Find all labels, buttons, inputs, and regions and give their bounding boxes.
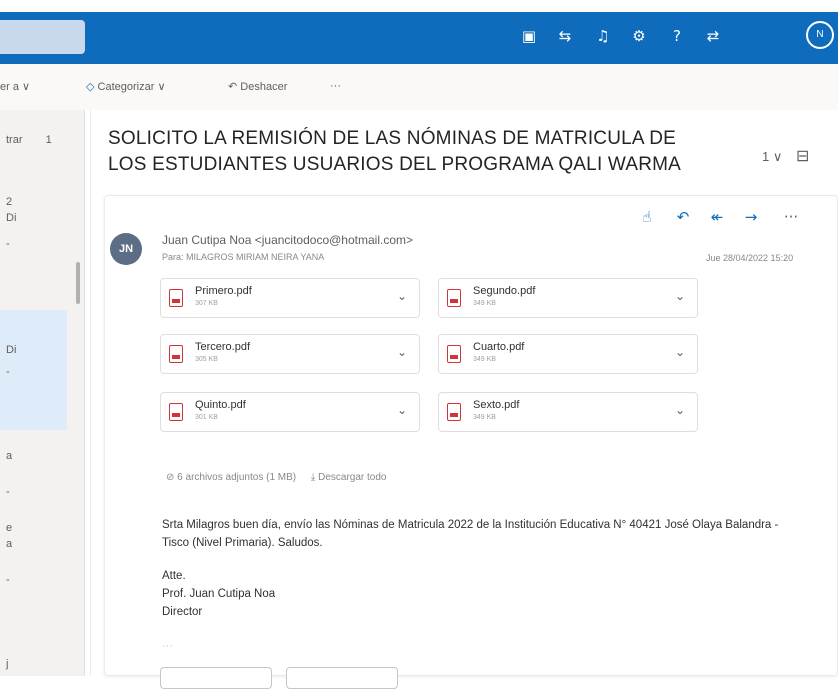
- more-actions-icon[interactable]: ···: [780, 208, 802, 226]
- attachment-name: Quinto.pdf: [195, 399, 246, 411]
- list-item[interactable]: -: [0, 486, 84, 498]
- pdf-file-icon: [447, 403, 461, 421]
- move-button[interactable]: er a ∨: [0, 80, 30, 93]
- help-icon[interactable]: ?: [666, 25, 688, 47]
- filter-count: 1: [45, 134, 52, 146]
- pdf-file-icon: [169, 345, 183, 363]
- show-quoted-text-button[interactable]: ···: [162, 640, 173, 652]
- attachment-card[interactable]: Cuarto.pdf 349 KB ⌄: [438, 334, 698, 374]
- list-item[interactable]: -: [0, 238, 84, 250]
- attachment-name: Segundo.pdf: [473, 285, 536, 297]
- subject-actions[interactable]: 1 ∨ ⊟: [762, 146, 809, 166]
- message-date: Jue 28/04/2022 15:20: [706, 253, 794, 263]
- list-item[interactable]: a: [0, 538, 84, 550]
- move-label: er a: [0, 81, 19, 93]
- attachment-card[interactable]: Quinto.pdf 301 KB ⌄: [160, 392, 420, 432]
- attachment-card[interactable]: Sexto.pdf 349 KB ⌄: [438, 392, 698, 432]
- gear-icon[interactable]: ⚙: [628, 25, 650, 47]
- like-icon[interactable]: ☝: [636, 208, 658, 226]
- attachment-size: 349 KB: [473, 300, 496, 307]
- filter-label: trar: [6, 134, 23, 146]
- pdf-file-icon: [447, 345, 461, 363]
- attachment-size: 349 KB: [473, 356, 496, 363]
- reply-icon[interactable]: ↶: [672, 208, 694, 226]
- download-icon: ⤓: [310, 472, 316, 483]
- teams-icon[interactable]: ⇆: [554, 25, 576, 47]
- categorize-button[interactable]: ◇ Categorizar ∨: [86, 80, 166, 93]
- attachment-size: 301 KB: [195, 414, 218, 421]
- attachment-size: 305 KB: [195, 356, 218, 363]
- chevron-down-icon[interactable]: ⌄: [397, 345, 407, 359]
- attachment-name: Primero.pdf: [195, 285, 252, 297]
- attachments-summary: ⊘ 6 archivos adjuntos (1 MB) ⤓ Descargar…: [166, 472, 386, 483]
- signature-role: Director: [162, 606, 203, 618]
- download-all-link[interactable]: ⤓ Descargar todo: [311, 472, 387, 483]
- open-window-icon[interactable]: ⊟: [796, 148, 809, 165]
- list-item[interactable]: -: [0, 574, 84, 586]
- attachment-name: Tercero.pdf: [195, 341, 251, 353]
- undo-icon: ↶: [228, 81, 238, 93]
- list-item[interactable]: j: [0, 658, 84, 670]
- window-top-strip: [0, 0, 838, 12]
- forward-button[interactable]: [286, 667, 398, 689]
- chevron-down-icon[interactable]: ⌄: [675, 345, 685, 359]
- recipient-line[interactable]: Para: MILAGROS MIRIAM NEIRA YANA: [162, 252, 324, 262]
- list-item[interactable]: 2: [0, 196, 84, 208]
- chevron-down-icon[interactable]: ⌄: [675, 403, 685, 417]
- list-item[interactable]: Di: [0, 212, 84, 224]
- list-item-selected[interactable]: Di: [0, 344, 84, 356]
- more-options-button[interactable]: ···: [330, 80, 341, 92]
- paperclip-icon: ⊘: [166, 472, 175, 483]
- pdf-file-icon: [169, 289, 183, 307]
- undo-button[interactable]: ↶ Deshacer: [228, 80, 287, 93]
- download-all-label: Descargar todo: [318, 472, 387, 483]
- reply-button[interactable]: [160, 667, 272, 689]
- search-input[interactable]: [0, 20, 85, 54]
- signature-closing: Atte.: [162, 570, 186, 582]
- chevron-down-icon[interactable]: ⌄: [397, 289, 407, 303]
- attachments-count: 6 archivos adjuntos (1 MB): [177, 472, 297, 483]
- pdf-file-icon: [447, 289, 461, 307]
- attachment-card[interactable]: Primero.pdf 307 KB ⌄: [160, 278, 420, 318]
- categorize-label: Categorizar: [97, 81, 155, 93]
- bell-icon[interactable]: ♫: [592, 25, 614, 47]
- sender-avatar[interactable]: JN: [110, 233, 142, 265]
- reply-all-icon[interactable]: ↞: [706, 208, 728, 226]
- attachment-card[interactable]: Segundo.pdf 349 KB ⌄: [438, 278, 698, 318]
- list-scrollbar[interactable]: [76, 262, 80, 304]
- attachment-size: 307 KB: [195, 300, 218, 307]
- attachment-card[interactable]: Tercero.pdf 305 KB ⌄: [160, 334, 420, 374]
- command-bar: er a ∨ ◇ Categorizar ∨ ↶ Deshacer ···: [0, 64, 838, 110]
- message-card: [104, 195, 838, 676]
- undo-label: Deshacer: [240, 81, 288, 93]
- signature-name: Prof. Juan Cutipa Noa: [162, 588, 276, 600]
- filter-button[interactable]: trar 1: [0, 134, 84, 146]
- account-avatar[interactable]: N: [806, 21, 834, 49]
- list-item[interactable]: a: [0, 450, 84, 462]
- feedback-icon[interactable]: ⇄: [702, 25, 724, 47]
- message-subject: SOLICITO LA REMISIÓN DE LAS NÓMINAS DE M…: [108, 128, 682, 175]
- pdf-file-icon: [169, 403, 183, 421]
- forward-icon[interactable]: →: [740, 208, 762, 226]
- subject-actions-label: 1 ∨: [762, 149, 783, 164]
- attachment-size: 349 KB: [473, 414, 496, 421]
- attachment-name: Cuarto.pdf: [473, 341, 525, 353]
- pane-divider: [90, 110, 91, 676]
- sender-address[interactable]: Juan Cutipa Noa <juancitodoco@hotmail.co…: [162, 233, 413, 247]
- message-body: Srta Milagros buen día, envío las Nómina…: [162, 519, 779, 549]
- attachment-name: Sexto.pdf: [473, 399, 520, 411]
- chevron-down-icon[interactable]: ⌄: [397, 403, 407, 417]
- list-item[interactable]: -: [0, 366, 84, 378]
- outlook-icon[interactable]: ▣: [518, 25, 540, 47]
- tag-icon: ◇: [86, 81, 95, 93]
- chevron-down-icon[interactable]: ⌄: [675, 289, 685, 303]
- list-item[interactable]: e: [0, 522, 84, 534]
